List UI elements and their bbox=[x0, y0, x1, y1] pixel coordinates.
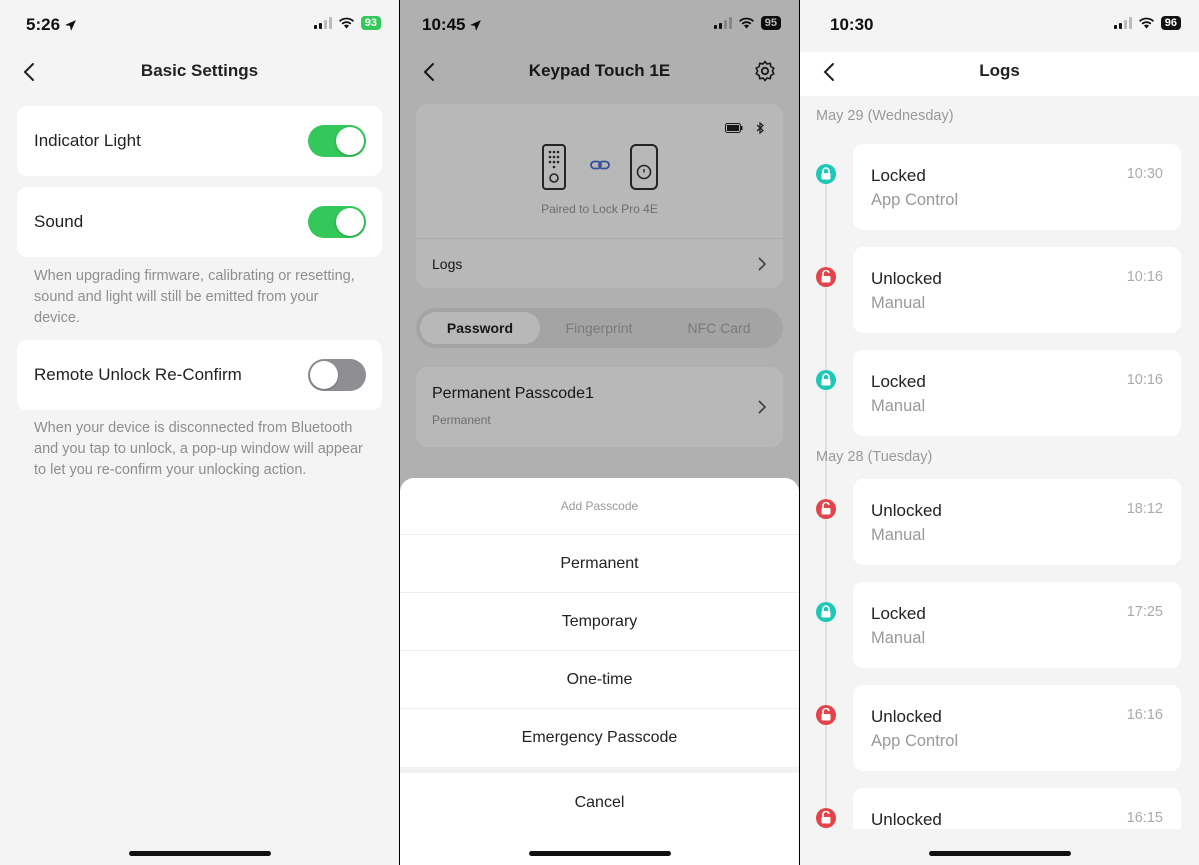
sound-label: Sound bbox=[34, 212, 84, 231]
page-title: Logs bbox=[979, 61, 1020, 80]
log-entry[interactable]: Unlocked 16:15 bbox=[853, 788, 1181, 829]
indicator-light-label: Indicator Light bbox=[34, 131, 141, 150]
log-method: Manual bbox=[871, 397, 926, 415]
log-status: Unlocked bbox=[871, 810, 942, 829]
log-entry[interactable]: Unlocked Manual 18:12 bbox=[853, 479, 1181, 565]
sheet-title: Add Passcode bbox=[400, 478, 799, 535]
log-time: 16:15 bbox=[1126, 810, 1163, 826]
sound-toggle[interactable] bbox=[308, 206, 366, 238]
option-permanent[interactable]: Permanent bbox=[400, 535, 799, 593]
locked-icon bbox=[816, 370, 836, 390]
date-header: May 28 (Tuesday) bbox=[816, 449, 933, 465]
log-status: Locked bbox=[871, 604, 926, 623]
unlocked-icon bbox=[816, 267, 836, 287]
cellular-signal-icon bbox=[1113, 17, 1132, 29]
page-title: Basic Settings bbox=[140, 61, 259, 80]
log-entry[interactable]: Locked App Control 10:30 bbox=[853, 144, 1181, 230]
cellular-signal-icon bbox=[313, 17, 332, 29]
keypad-screen: 10:45 95 Keypad Touch 1E Paired to Lock … bbox=[400, 0, 799, 865]
locked-icon bbox=[816, 602, 836, 622]
log-time: 18:12 bbox=[1126, 501, 1163, 517]
log-entry[interactable]: Locked Manual 10:16 bbox=[853, 350, 1181, 436]
log-method: App Control bbox=[871, 732, 959, 750]
log-status: Unlocked bbox=[871, 707, 942, 726]
nav-bar: Basic Settings bbox=[0, 52, 399, 92]
date-header: May 29 (Wednesday) bbox=[816, 108, 954, 124]
battery-indicator: 93 bbox=[360, 16, 381, 30]
remote-unlock-note: When your device is disconnected from Bl… bbox=[34, 420, 363, 478]
home-indicator bbox=[528, 851, 671, 856]
unlocked-icon bbox=[816, 705, 836, 725]
indicator-light-toggle[interactable] bbox=[308, 125, 366, 157]
log-entry[interactable]: Unlocked App Control 16:16 bbox=[853, 685, 1181, 771]
log-method: Manual bbox=[871, 629, 926, 647]
status-bar: 10:30 96 bbox=[800, 0, 1199, 50]
option-emergency-passcode[interactable]: Emergency Passcode bbox=[400, 709, 799, 767]
log-status: Unlocked bbox=[871, 501, 942, 520]
log-entry[interactable]: Unlocked Manual 10:16 bbox=[853, 247, 1181, 333]
unlocked-icon bbox=[816, 808, 836, 828]
indicator-light-row: Indicator Light bbox=[17, 106, 382, 176]
log-status: Locked bbox=[871, 372, 926, 391]
log-time: 17:25 bbox=[1126, 604, 1163, 620]
clock: 10:30 bbox=[830, 15, 874, 34]
log-time: 10:30 bbox=[1126, 166, 1163, 182]
option-one-time[interactable]: One-time bbox=[400, 651, 799, 709]
wifi-icon bbox=[338, 17, 354, 29]
location-arrow-icon bbox=[65, 19, 76, 31]
remote-unlock-row: Remote Unlock Re-Confirm bbox=[17, 340, 382, 410]
cancel-button[interactable]: Cancel bbox=[400, 773, 799, 831]
log-time: 16:16 bbox=[1126, 707, 1163, 723]
locked-icon bbox=[816, 164, 836, 184]
unlocked-icon bbox=[816, 499, 836, 519]
log-status: Unlocked bbox=[871, 269, 942, 288]
home-indicator bbox=[928, 851, 1071, 856]
log-method: Manual bbox=[871, 294, 926, 312]
sound-note: When upgrading firmware, calibrating or … bbox=[34, 268, 355, 326]
home-indicator bbox=[128, 851, 271, 856]
wifi-icon bbox=[1138, 17, 1154, 29]
log-time: 10:16 bbox=[1126, 269, 1163, 285]
clock: 5:26 bbox=[26, 15, 61, 34]
status-bar: 5:26 93 bbox=[0, 0, 399, 50]
add-passcode-sheet: Add Passcode Permanent Temporary One-tim… bbox=[400, 478, 799, 865]
log-entry[interactable]: Locked Manual 17:25 bbox=[853, 582, 1181, 668]
remote-unlock-toggle[interactable] bbox=[308, 359, 366, 391]
battery-indicator: 96 bbox=[1160, 16, 1181, 30]
sound-row: Sound bbox=[17, 187, 382, 257]
nav-bar: Logs bbox=[800, 52, 1199, 96]
basic-settings-screen: 5:26 93 Basic Settings Indicator Light S… bbox=[0, 0, 399, 865]
log-time: 10:16 bbox=[1126, 372, 1163, 388]
log-status: Locked bbox=[871, 166, 926, 185]
log-list: May 29 (Wednesday) Locked App Control 10… bbox=[800, 96, 1199, 829]
log-method: App Control bbox=[871, 191, 959, 209]
remote-unlock-label: Remote Unlock Re-Confirm bbox=[34, 365, 242, 384]
logs-screen: 10:30 96 Logs May 29 (Wednesday) Locked … bbox=[800, 0, 1199, 865]
option-temporary[interactable]: Temporary bbox=[400, 593, 799, 651]
log-method: Manual bbox=[871, 526, 926, 544]
